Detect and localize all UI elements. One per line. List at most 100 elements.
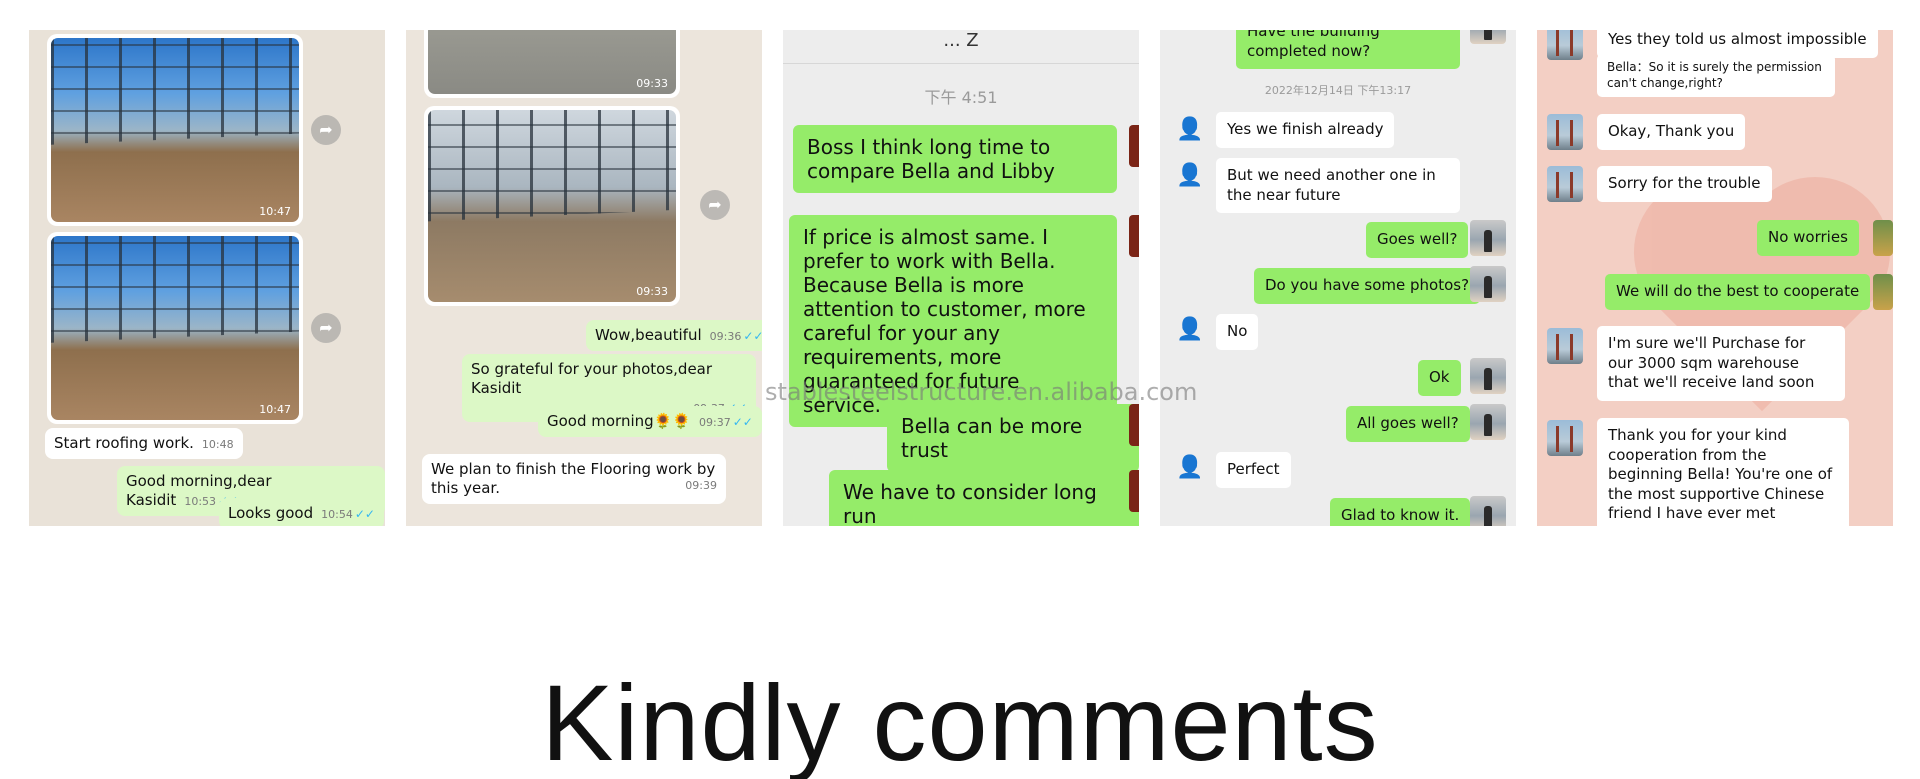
message-bubble: Thank you for your kind cooperation from… xyxy=(1597,418,1849,526)
avatar[interactable] xyxy=(1873,220,1893,256)
message-text: Thank you for your kind cooperation from… xyxy=(1608,426,1833,522)
photo-image: 10:47 xyxy=(51,38,299,222)
avatar[interactable] xyxy=(1547,166,1583,202)
chat-panel-3: ... Z 下午 4:51 Boss I think long time to … xyxy=(783,30,1139,526)
message-text: Yes we finish already xyxy=(1227,120,1384,138)
message-text: Bella can be more trust xyxy=(901,414,1083,462)
quoted-message: Bella：So it is surely the permission can… xyxy=(1597,54,1835,98)
message-bubble: Bella can be more trust xyxy=(887,404,1139,472)
chat-header: ... Z xyxy=(783,30,1139,64)
message-bubble: Sorry for the trouble xyxy=(1597,166,1772,202)
message-text: We plan to finish the Flooring work by t… xyxy=(431,460,716,497)
chat-panel-1: 10:47 ➦ 10:47 ➦ Start roofing work. 10:48… xyxy=(29,30,385,526)
message-time: 09:37 xyxy=(699,416,731,429)
avatar[interactable] xyxy=(1470,30,1506,44)
photo-image: 09:33 xyxy=(428,30,676,94)
message-bubble: Okay, Thank you xyxy=(1597,114,1746,150)
message-bubble: We plan to finish the Flooring work by t… xyxy=(422,454,726,504)
message-bubble: Wow,beautiful 09:36 ✓✓ xyxy=(586,320,762,351)
testimonial-collage: 10:47 ➦ 10:47 ➦ Start roofing work. 10:48… xyxy=(0,0,1920,779)
message-text: Boss I think long time to compare Bella … xyxy=(807,135,1055,183)
message-text: We have to consider long run xyxy=(843,480,1097,526)
person-icon: 👤 xyxy=(1176,163,1204,188)
message-text: Good morning🌻🌻 xyxy=(547,412,692,430)
avatar[interactable] xyxy=(1129,215,1139,257)
message-bubble: Glad to know it. xyxy=(1330,498,1471,526)
message-text: Perfect xyxy=(1227,460,1280,478)
photo-time: 09:33 xyxy=(636,77,668,90)
message-text: Wow,beautiful xyxy=(595,326,702,344)
forward-icon[interactable]: ➦ xyxy=(311,313,341,343)
message-bubble: Have the building completed now? xyxy=(1236,30,1460,69)
person-icon: 👤 xyxy=(1176,455,1204,480)
construction-photo[interactable]: 09:33 xyxy=(424,30,680,98)
message-text: Yes they told us almost impossible xyxy=(1608,30,1867,48)
chat-panel-4: Have the building completed now? 2022年12… xyxy=(1160,30,1516,526)
message-text: Sorry for the trouble xyxy=(1608,174,1761,192)
construction-photo[interactable]: 09:33 xyxy=(424,106,680,306)
message-bubble: Yes we finish already xyxy=(1216,112,1395,148)
message-text: Glad to know it. xyxy=(1341,506,1460,524)
photo-image: 10:47 xyxy=(51,236,299,420)
avatar[interactable] xyxy=(1129,404,1139,446)
photo-image: 09:33 xyxy=(428,110,676,302)
message-text: Ok xyxy=(1429,368,1450,386)
message-text: Looks good xyxy=(228,504,314,522)
avatar[interactable] xyxy=(1470,266,1506,302)
double-check-icon: ✓✓ xyxy=(732,415,753,429)
message-bubble: But we need another one in the near futu… xyxy=(1216,158,1460,213)
message-text: Start roofing work. xyxy=(54,434,194,452)
message-bubble: We will do the best to cooperate xyxy=(1605,274,1871,310)
photo-time: 10:47 xyxy=(259,205,291,218)
avatar[interactable] xyxy=(1873,274,1893,310)
message-bubble: Boss I think long time to compare Bella … xyxy=(793,125,1117,193)
message-bubble: Looks good 10:54 ✓✓ xyxy=(219,498,384,526)
message-bubble: No worries xyxy=(1757,220,1859,256)
avatar[interactable] xyxy=(1470,496,1506,526)
avatar[interactable] xyxy=(1129,125,1139,167)
avatar[interactable] xyxy=(1470,404,1506,440)
message-bubble: Perfect xyxy=(1216,452,1291,488)
person-icon: 👤 xyxy=(1176,317,1204,342)
message-bubble: Ok xyxy=(1418,360,1461,396)
message-text: Okay, Thank you xyxy=(1608,122,1735,140)
avatar[interactable] xyxy=(1470,220,1506,256)
avatar[interactable] xyxy=(1547,30,1583,60)
avatar[interactable] xyxy=(1547,420,1583,456)
chat-timestamp: 2022年12月14日 下午13:17 xyxy=(1264,84,1412,97)
message-text: So grateful for your photos,dear Kasidit xyxy=(471,360,713,397)
avatar[interactable] xyxy=(1547,328,1583,364)
avatar[interactable] xyxy=(1129,470,1139,512)
double-check-icon: ✓✓ xyxy=(743,329,762,343)
message-bubble: Good morning🌻🌻 09:37 ✓✓ xyxy=(538,406,762,437)
message-bubble: We have to consider long run xyxy=(829,470,1139,526)
message-text: I'm sure we'll Purchase for our 3000 sqm… xyxy=(1608,334,1815,391)
message-text: Goes well? xyxy=(1377,230,1458,248)
forward-icon[interactable]: ➦ xyxy=(700,190,730,220)
message-bubble: All goes well? xyxy=(1346,406,1470,442)
chat-panel-2: 09:33 09:33 ➦ Wow,beautiful 09:36 ✓✓ So gr… xyxy=(406,30,762,526)
construction-photo[interactable]: 10:47 xyxy=(47,34,303,226)
message-text: Bella：So it is surely the permission can… xyxy=(1607,60,1822,90)
message-text: No worries xyxy=(1768,228,1848,246)
person-icon: 👤 xyxy=(1176,117,1204,142)
message-text: All goes well? xyxy=(1357,414,1459,432)
message-time: 10:53 xyxy=(184,494,217,508)
message-time: 10:54 xyxy=(321,508,353,521)
message-bubble: Goes well? xyxy=(1366,222,1469,258)
message-bubble: I'm sure we'll Purchase for our 3000 sqm… xyxy=(1597,326,1845,401)
message-text: No xyxy=(1227,322,1248,340)
message-time: 09:39 xyxy=(685,478,717,492)
message-text: Do you have some photos? xyxy=(1265,276,1470,294)
avatar[interactable] xyxy=(1547,114,1583,150)
forward-icon[interactable]: ➦ xyxy=(311,115,341,145)
avatar[interactable] xyxy=(1470,358,1506,394)
construction-photo[interactable]: 10:47 xyxy=(47,232,303,424)
message-time: 10:48 xyxy=(201,438,234,451)
photo-time: 09:33 xyxy=(636,285,668,298)
watermark-text: stablesteelstructure.en.alibaba.com xyxy=(765,378,1198,406)
message-bubble: No xyxy=(1216,314,1259,350)
chat-panel-5: Yes they told us almost impossible Bella… xyxy=(1537,30,1893,526)
message-time: 09:36 xyxy=(709,330,742,343)
double-check-icon: ✓✓ xyxy=(354,507,375,521)
